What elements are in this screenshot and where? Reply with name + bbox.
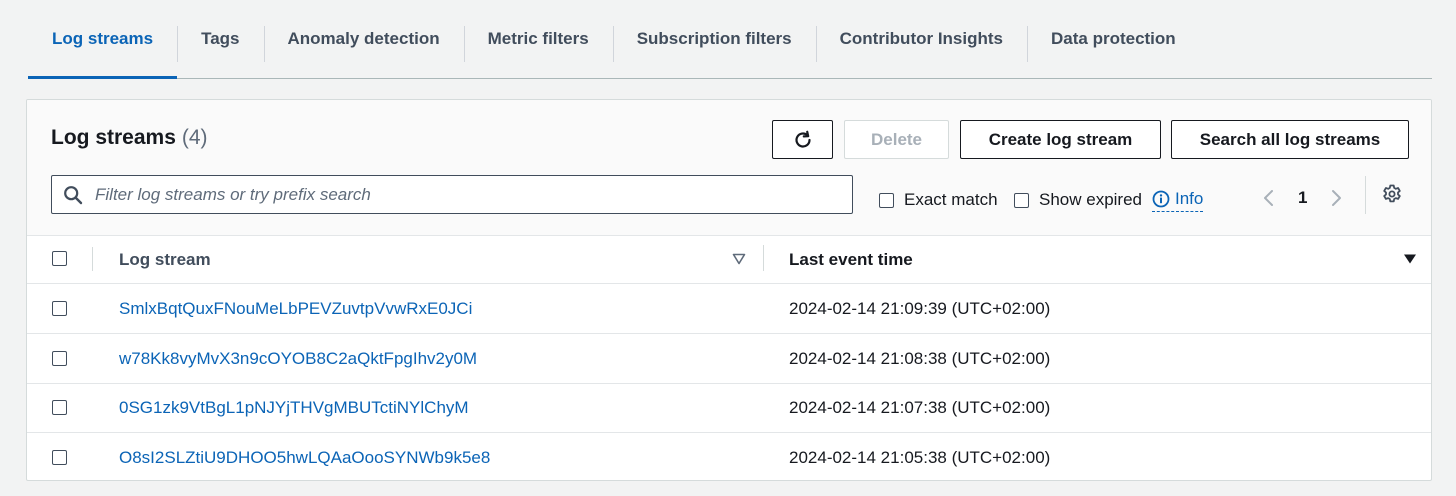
log-streams-panel: Log streams (4) Delete Create log stream …	[26, 99, 1432, 481]
tab-tags[interactable]: Tags	[177, 0, 263, 78]
sort-caret-icon[interactable]	[732, 253, 746, 265]
table-row: SmlxBqtQuxFNouMeLbPEVZuvtpVvwRxE0JCi 202…	[27, 284, 1431, 334]
search-all-log-streams-button[interactable]: Search all log streams	[1171, 120, 1409, 159]
delete-button[interactable]: Delete	[844, 120, 949, 159]
show-expired-checkbox[interactable]	[1014, 192, 1029, 208]
exact-match-checkbox[interactable]	[879, 192, 894, 208]
exact-match-label: Exact match	[904, 190, 998, 209]
page-number[interactable]: 1	[1298, 188, 1307, 208]
row-checkbox[interactable]	[52, 450, 67, 465]
sort-descending-icon[interactable]	[1403, 253, 1417, 265]
column-divider	[92, 247, 93, 271]
tab-bar: Log streams Tags Anomaly detection Metri…	[28, 0, 1432, 79]
column-divider	[763, 245, 764, 271]
info-link[interactable]: Info	[1152, 189, 1204, 212]
table-row: w78Kk8vyMvX3n9cOYOB8C2aQktFpgIhv2y0M 202…	[27, 334, 1431, 384]
row-checkbox[interactable]	[52, 351, 67, 366]
tab-log-streams[interactable]: Log streams	[28, 0, 178, 79]
gear-icon[interactable]	[1382, 184, 1402, 204]
tab-contributor-insights[interactable]: Contributor Insights	[815, 0, 1027, 78]
stream-count: (4)	[181, 126, 208, 149]
last-event-time: 2024-02-14 21:08:38 (UTC+02:00)	[789, 349, 1051, 368]
filter-input[interactable]	[93, 183, 797, 206]
info-icon	[1152, 190, 1170, 208]
table-header: Log stream Last event time	[27, 235, 1431, 284]
log-streams-page: Log streams Tags Anomaly detection Metri…	[0, 0, 1456, 496]
last-event-time: 2024-02-14 21:09:39 (UTC+02:00)	[789, 299, 1051, 318]
panel-title: Log streams (4)	[51, 126, 208, 150]
pagination-divider	[1365, 176, 1366, 214]
column-header-log-stream[interactable]: Log stream	[119, 250, 211, 270]
create-log-stream-button[interactable]: Create log stream	[960, 120, 1161, 159]
log-stream-link[interactable]: w78Kk8vyMvX3n9cOYOB8C2aQktFpgIhv2y0M	[119, 349, 477, 369]
chevron-right-icon[interactable]	[1329, 188, 1343, 208]
log-stream-link[interactable]: 0SG1zk9VtBgL1pNJYjTHVgMBUTctiNYlChyM	[119, 398, 469, 418]
table-row: O8sI2SLZtiU9DHOO5hwLQAaOooSYNWb9k5e8 202…	[27, 433, 1431, 480]
select-all-checkbox[interactable]	[52, 251, 67, 266]
row-checkbox[interactable]	[52, 301, 67, 316]
table-row: 0SG1zk9VtBgL1pNJYjTHVgMBUTctiNYlChyM 202…	[27, 383, 1431, 433]
last-event-time: 2024-02-14 21:05:38 (UTC+02:00)	[789, 448, 1051, 467]
refresh-icon	[794, 130, 811, 148]
row-checkbox[interactable]	[52, 400, 67, 415]
column-header-last-event-time[interactable]: Last event time	[789, 250, 913, 270]
tab-metric-filters[interactable]: Metric filters	[463, 0, 613, 78]
filter-box	[51, 175, 853, 214]
pagination: 1	[1262, 184, 1343, 212]
show-expired-option: Show expired	[1014, 190, 1142, 210]
panel-header: Log streams (4) Delete Create log stream …	[27, 100, 1431, 236]
last-event-time: 2024-02-14 21:07:38 (UTC+02:00)	[789, 398, 1051, 417]
tab-subscription-filters[interactable]: Subscription filters	[612, 0, 816, 78]
tab-anomaly-detection[interactable]: Anomaly detection	[263, 0, 464, 78]
panel-title-text: Log streams	[51, 126, 176, 149]
chevron-left-icon[interactable]	[1262, 188, 1276, 208]
log-stream-link[interactable]: SmlxBqtQuxFNouMeLbPEVZuvtpVvwRxE0JCi	[119, 299, 472, 319]
search-icon	[64, 185, 83, 204]
exact-match-option: Exact match	[879, 190, 998, 210]
info-label: Info	[1175, 189, 1204, 208]
show-expired-label: Show expired	[1039, 190, 1143, 209]
refresh-button[interactable]	[772, 120, 833, 159]
log-stream-link[interactable]: O8sI2SLZtiU9DHOO5hwLQAaOooSYNWb9k5e8	[119, 448, 490, 468]
tab-data-protection[interactable]: Data protection	[1027, 0, 1200, 78]
